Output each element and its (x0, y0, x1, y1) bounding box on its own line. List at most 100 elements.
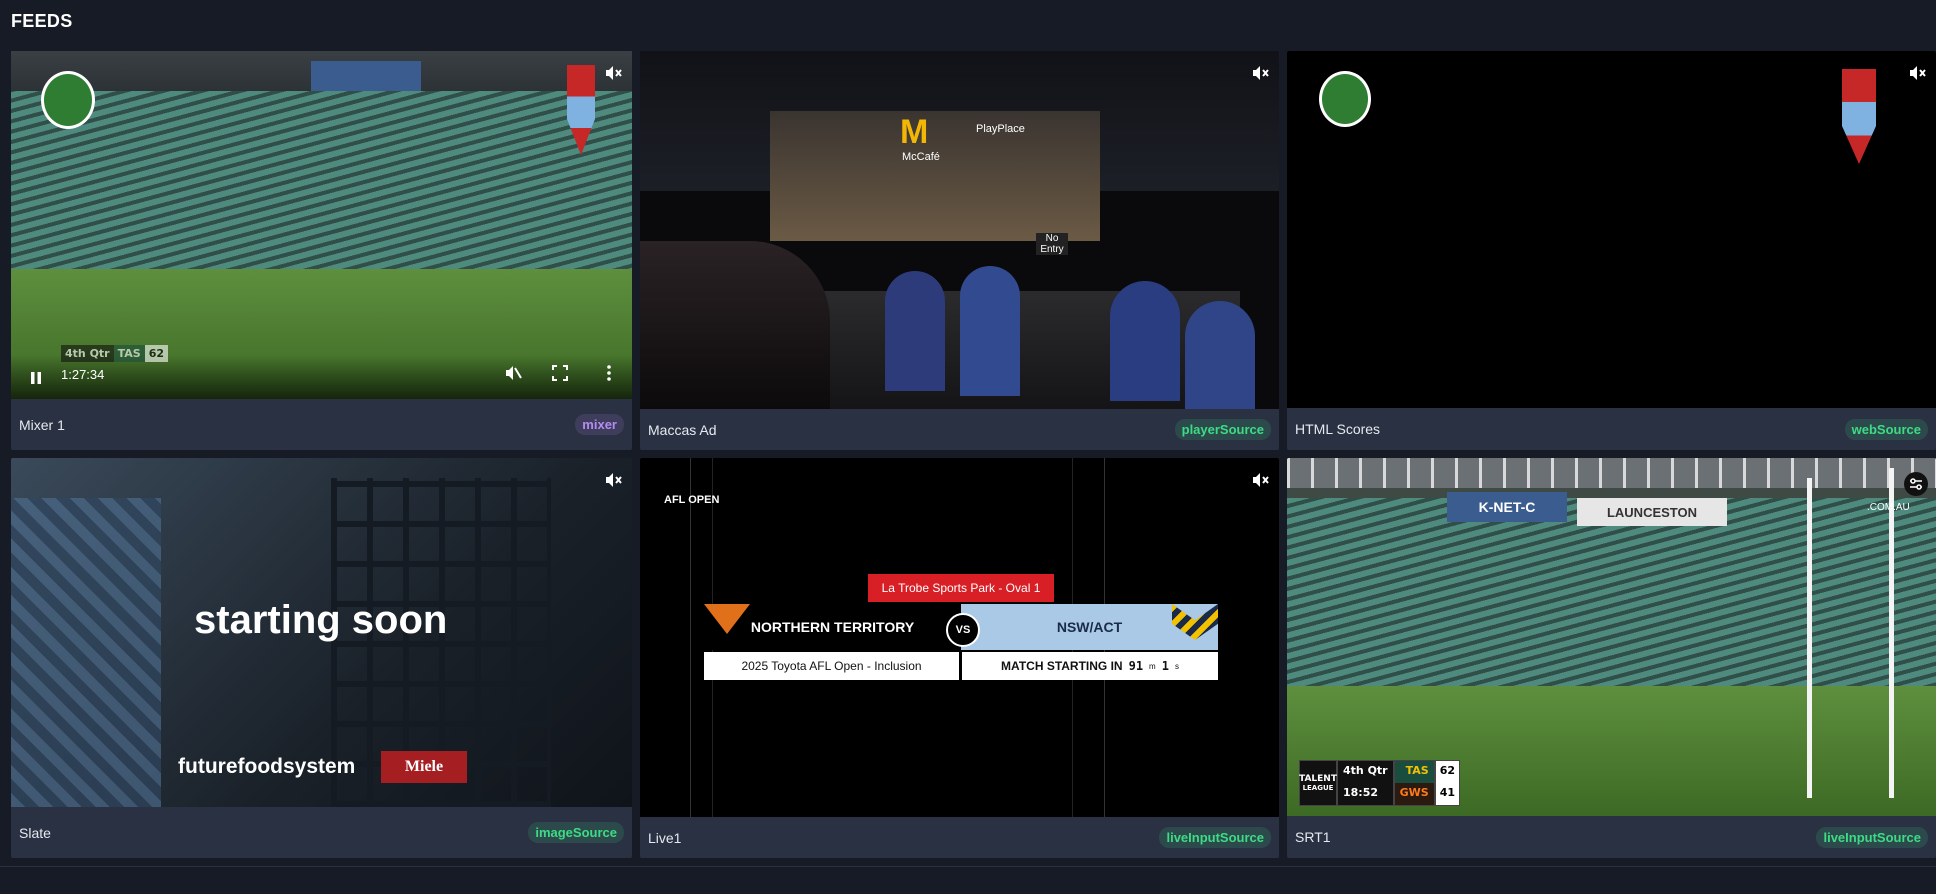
no-entry-sign: No Entry (1036, 233, 1068, 255)
countdown-label: MATCH STARTING IN (1001, 659, 1123, 673)
fullscreen-icon (552, 365, 568, 381)
countdown-minutes: 91 (1128, 659, 1144, 673)
feed-name: Slate (19, 824, 51, 841)
score-bug: 4th Qtr TAS 62 (61, 345, 169, 362)
pause-button[interactable] (29, 371, 43, 385)
more-vertical-icon (607, 365, 611, 381)
clock-panel: 4th Qtr 18:52 (1337, 760, 1394, 806)
club-crest-right (1842, 69, 1876, 164)
mute-icon (1910, 66, 1926, 80)
league-sub: LEAGUE (1302, 784, 1334, 792)
golden-arches-logo: M (900, 113, 929, 151)
quarter-label: 4th Qtr (61, 345, 114, 362)
mute-button[interactable] (1249, 62, 1271, 84)
team2-score: 41 (1439, 786, 1456, 799)
venue-banner: La Trobe Sports Park - Oval 1 (868, 574, 1054, 602)
quarter-label: 4th Qtr (1343, 764, 1388, 777)
countdown-panel: MATCH STARTING IN 91 m 1 s (962, 652, 1218, 680)
team-label: TAS (113, 345, 145, 362)
source-type-badge: liveInputSource (1816, 826, 1928, 848)
video-player[interactable]: 1:27:34 4th Qtr TAS 62 (11, 51, 632, 399)
video-player[interactable]: M McCafé PlayPlace No Entry (640, 51, 1279, 409)
feed-card-maccas-ad[interactable]: M McCafé PlayPlace No Entry Maccas Ad pl… (640, 51, 1279, 450)
feed-caption: Mixer 1 mixer (11, 399, 632, 450)
feed-caption: Live1 liveInputSource (640, 817, 1279, 858)
slate-headline: starting soon (194, 598, 448, 642)
source-type-badge: liveInputSource (1159, 827, 1271, 848)
person-1 (885, 271, 945, 391)
team2-label: GWS (1394, 783, 1434, 805)
settings-button[interactable] (1904, 472, 1928, 496)
restaurant-building (770, 111, 1100, 241)
game-clock: 18:52 (1343, 786, 1379, 799)
person-4 (1185, 301, 1255, 409)
ad-board-blue: K-NET-C (1447, 492, 1567, 522)
event-panel: 2025 Toyota AFL Open - Inclusion (704, 652, 959, 680)
stadium-stands (1287, 498, 1936, 698)
more-options-button[interactable] (606, 365, 612, 386)
club-crest-left (1319, 71, 1371, 127)
goal-post-1 (1807, 478, 1812, 798)
page-title: FEEDS (11, 11, 73, 31)
settings-icon (1910, 478, 1922, 490)
video-player[interactable]: AFL OPEN La Trobe Sports Park - Oval 1 N… (640, 458, 1279, 817)
car (640, 241, 830, 409)
person-2 (960, 266, 1020, 396)
ad-board-blue (311, 61, 421, 91)
feed-name: Mixer 1 (19, 416, 65, 433)
sponsor-text: futurefoodsystem (178, 755, 356, 778)
unmute-button[interactable] (504, 365, 522, 386)
countdown-minutes-unit: m (1149, 661, 1156, 671)
score-bug: TALENT LEAGUE 4th Qtr 18:52 TAS GWS 62 4… (1299, 760, 1461, 806)
video-player[interactable]: starting soon futurefoodsystem Miele (11, 458, 632, 807)
corner-text: .COM.AU (1867, 502, 1910, 513)
mute-button[interactable] (602, 469, 624, 491)
source-type-badge: webSource (1844, 418, 1928, 440)
mute-icon (1253, 473, 1269, 487)
source-type-badge: playerSource (1174, 419, 1271, 440)
vs-badge: VS (946, 613, 980, 647)
scores-panel: 62 41 (1434, 760, 1461, 806)
mute-icon (606, 473, 622, 487)
feed-card-srt1[interactable]: K-NET-C LAUNCESTON .COM.AU TALENT LEAGUE… (1287, 458, 1936, 858)
feed-name: Maccas Ad (648, 421, 717, 438)
sponsor-logo: Miele (381, 751, 467, 783)
teams-panel: TAS GWS (1393, 760, 1435, 806)
source-type-badge: imageSource (528, 822, 624, 843)
video-player[interactable]: K-NET-C LAUNCESTON .COM.AU TALENT LEAGUE… (1287, 458, 1936, 816)
playplace-sign: PlayPlace (976, 123, 1025, 135)
playback-time: 1:27:34 (61, 367, 105, 382)
mute-icon (606, 66, 622, 80)
source-type-badge: mixer (575, 414, 624, 435)
countdown-seconds-unit: s (1174, 661, 1179, 671)
feed-name: SRT1 (1295, 829, 1331, 845)
feed-name: HTML Scores (1295, 421, 1381, 437)
feed-card-html-scores[interactable]: HTML Scores webSource (1287, 51, 1936, 450)
club-crest-left (41, 71, 95, 129)
feed-card-slate[interactable]: starting soon futurefoodsystem Miele Sla… (11, 458, 632, 858)
person-3 (1110, 281, 1180, 401)
pause-icon (31, 372, 41, 384)
feed-name: Live1 (648, 829, 682, 846)
team1-score: 62 (1439, 764, 1456, 777)
feed-caption: Slate imageSource (11, 807, 632, 858)
team-score: 62 (144, 345, 169, 362)
feed-caption: HTML Scores webSource (1287, 408, 1936, 450)
roof-structure (1287, 458, 1936, 488)
frame-line-left (690, 458, 691, 817)
mute-button[interactable] (1906, 62, 1928, 84)
fullscreen-button[interactable] (552, 365, 568, 386)
mute-button[interactable] (1249, 469, 1271, 491)
bottom-divider (0, 866, 1936, 867)
feed-card-mixer-1[interactable]: 1:27:34 4th Qtr TAS 62 Mixer 1 mixer (11, 51, 632, 450)
afl-open-logo: AFL OPEN (664, 494, 720, 506)
mute-button[interactable] (602, 62, 624, 84)
feed-caption: SRT1 liveInputSource (1287, 816, 1936, 858)
team1-label: TAS (1394, 761, 1434, 783)
mute-icon (1253, 66, 1269, 80)
volume-off-icon (506, 366, 522, 380)
feed-card-live1[interactable]: AFL OPEN La Trobe Sports Park - Oval 1 N… (640, 458, 1279, 858)
video-player[interactable] (1287, 51, 1936, 408)
league-name: TALENT (1299, 774, 1337, 784)
feed-caption: Maccas Ad playerSource (640, 409, 1279, 450)
